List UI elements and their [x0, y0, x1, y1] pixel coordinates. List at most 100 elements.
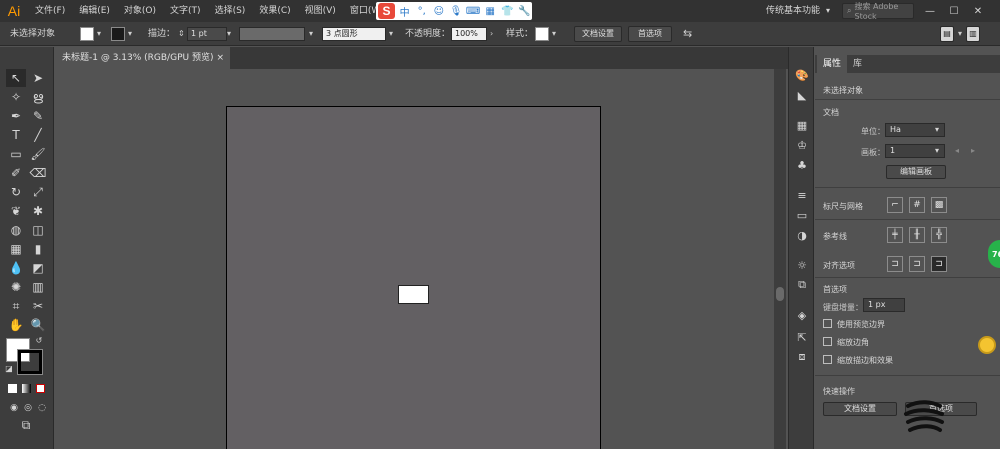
menu-object[interactable]: 对象(O) — [117, 0, 163, 22]
type-tool-icon[interactable]: T — [6, 126, 26, 144]
eraser-tool-icon[interactable]: ⌫ — [28, 164, 48, 182]
gradient-mode-icon[interactable] — [22, 384, 31, 393]
arrange-icon[interactable]: ⇆ — [683, 22, 692, 46]
shaper-tool-icon[interactable]: ✐ — [6, 164, 26, 182]
scale-corners-checkbox[interactable] — [823, 337, 832, 346]
perspective-grid-tool-icon[interactable]: ◫ — [28, 221, 48, 239]
keyboard-increment-input[interactable]: 1 px — [863, 298, 905, 312]
rulers-icon[interactable]: ⌐ — [887, 197, 903, 213]
chevron-down-icon[interactable]: ▾ — [552, 22, 556, 46]
document-tab[interactable]: 未标题-1 @ 3.13% (RGB/GPU 预览) × — [54, 47, 230, 69]
stock-search-input[interactable]: ⌕ 搜索 Adobe Stock — [842, 2, 914, 21]
layers-panel-icon[interactable]: ◈ — [793, 307, 811, 323]
scale-tool-icon[interactable]: ⤢ — [28, 183, 48, 201]
chevron-down-icon[interactable]: ▾ — [227, 22, 231, 46]
use-preview-bounds-checkbox[interactable] — [823, 319, 832, 328]
ime-tools-icon[interactable]: 🔧 — [517, 4, 532, 18]
preferences-button[interactable]: 首选项 — [628, 26, 672, 42]
close-icon[interactable]: ✕ — [968, 0, 988, 22]
none-mode-icon[interactable] — [36, 384, 45, 393]
hand-tool-icon[interactable]: ✋ — [6, 316, 26, 334]
direct-selection-tool-icon[interactable]: ➤ — [28, 69, 48, 87]
edit-artboard-button[interactable]: 编辑画板 — [886, 165, 946, 179]
lightbulb-icon[interactable] — [978, 336, 996, 354]
menu-view[interactable]: 视图(V) — [298, 0, 343, 22]
chevron-down-icon[interactable]: ▾ — [309, 22, 313, 46]
tab-properties[interactable]: 属性 — [817, 55, 848, 73]
brushes-panel-icon[interactable]: ♔ — [793, 137, 811, 153]
transparency-panel-icon[interactable]: ◑ — [793, 227, 811, 243]
slice-tool-icon[interactable]: ✂ — [28, 297, 48, 315]
quick-document-setup-button[interactable]: 文档设置 — [823, 402, 897, 416]
symbols-panel-icon[interactable]: ♣ — [793, 157, 811, 173]
draw-inside-icon[interactable]: ◌ — [32, 399, 52, 417]
chevron-down-icon[interactable]: ▾ — [935, 125, 939, 134]
swatches-panel-icon[interactable]: ▦ — [793, 117, 811, 133]
gradient-tool-icon[interactable]: ▮ — [28, 240, 48, 258]
rectangle-tool-icon[interactable]: ▭ — [6, 145, 26, 163]
export-panel-icon[interactable]: ⇱ — [793, 329, 811, 345]
artboard[interactable] — [226, 106, 601, 449]
swap-colors-icon[interactable]: ↺ — [34, 335, 44, 345]
color-guide-icon[interactable]: ◣ — [793, 87, 811, 103]
menu-effect[interactable]: 效果(C) — [252, 0, 297, 22]
ime-keyboard-icon[interactable]: ⌨ — [466, 4, 481, 18]
puppet-warp-tool-icon[interactable]: ✱ — [28, 202, 48, 220]
document-setup-button[interactable]: 文档设置 — [574, 26, 622, 42]
chevron-down-icon[interactable]: ▾ — [935, 146, 939, 155]
chevron-down-icon[interactable]: ▾ — [97, 22, 101, 46]
variable-width-profile[interactable] — [239, 27, 305, 41]
brush-definition[interactable]: 3 点圆形 — [322, 27, 386, 41]
grid-icon[interactable]: # — [909, 197, 925, 213]
menu-type[interactable]: 文字(T) — [163, 0, 208, 22]
canvas[interactable] — [54, 69, 774, 449]
menu-file[interactable]: 文件(F) — [28, 0, 72, 22]
graphic-style-swatch[interactable] — [535, 27, 549, 41]
blend-tool-icon[interactable]: ◩ — [28, 259, 48, 277]
lasso-tool-icon[interactable]: ഋ — [28, 88, 48, 106]
magic-wand-tool-icon[interactable]: ✧ — [6, 88, 26, 106]
panel-toggle-icon[interactable]: ▤ — [940, 26, 954, 42]
minimize-icon[interactable]: — — [920, 0, 940, 22]
column-graph-tool-icon[interactable]: ▥ — [28, 278, 48, 296]
stroke-weight-input[interactable]: 1 pt — [187, 27, 227, 41]
snap-to-grid-icon[interactable]: ⊐ — [931, 256, 947, 272]
ime-grid-icon[interactable]: ▦ — [483, 4, 498, 18]
mesh-tool-icon[interactable]: ▦ — [6, 240, 26, 258]
opacity-input[interactable]: 100% — [451, 27, 487, 41]
sogou-logo-icon[interactable]: S — [378, 3, 396, 19]
maximize-icon[interactable]: ☐ — [944, 0, 964, 22]
symbol-sprayer-tool-icon[interactable]: ✺ — [6, 278, 26, 296]
workspace-layout-icon[interactable]: ▥ — [966, 26, 980, 42]
gradient-panel-icon[interactable]: ▭ — [793, 207, 811, 223]
tab-library[interactable]: 库 — [847, 55, 868, 73]
chevron-down-icon[interactable]: ▾ — [958, 22, 962, 46]
next-artboard-icon[interactable]: ▸ — [971, 146, 975, 155]
pen-tool-icon[interactable]: ✒ — [6, 107, 26, 125]
ime-microphone-icon[interactable]: 🎙 — [448, 4, 463, 18]
ime-toolbar[interactable]: S 中 °, ☺ 🎙 ⌨ ▦ 👕 🔧 — [376, 2, 532, 20]
chevron-down-icon[interactable]: ▾ — [389, 22, 393, 46]
stroke-color-swatch[interactable] — [17, 349, 43, 375]
rotate-tool-icon[interactable]: ↻ — [6, 183, 26, 201]
close-icon[interactable]: × — [216, 47, 224, 69]
ime-chinese-toggle[interactable]: 中 — [397, 4, 412, 19]
warp-tool-icon[interactable]: ❦ — [6, 202, 26, 220]
smart-guides-icon[interactable]: ╬ — [931, 227, 947, 243]
paintbrush-tool-icon[interactable]: 🖌 — [28, 145, 48, 163]
snap-to-pixel-icon[interactable]: ⊐ — [909, 256, 925, 272]
shape-builder-tool-icon[interactable]: ◍ — [6, 221, 26, 239]
graphic-styles-icon[interactable]: ⧉ — [793, 277, 811, 293]
lock-guides-icon[interactable]: ╫ — [909, 227, 925, 243]
chevron-down-icon[interactable]: ▾ — [128, 22, 132, 46]
ime-skin-icon[interactable]: 👕 — [500, 4, 515, 18]
artboards-panel-icon[interactable]: ⧈ — [793, 349, 811, 365]
color-panel-icon[interactable]: 🎨 — [793, 67, 811, 83]
white-rectangle[interactable] — [398, 285, 429, 304]
snap-to-point-icon[interactable]: ⊐ — [887, 256, 903, 272]
default-colors-icon[interactable]: ◪ — [4, 363, 14, 373]
previous-artboard-icon[interactable]: ◂ — [955, 146, 959, 155]
selection-tool-icon[interactable]: ↖ — [6, 69, 26, 87]
stroke-panel-icon[interactable]: ≡ — [793, 187, 811, 203]
scale-strokes-effects-checkbox[interactable] — [823, 355, 832, 364]
